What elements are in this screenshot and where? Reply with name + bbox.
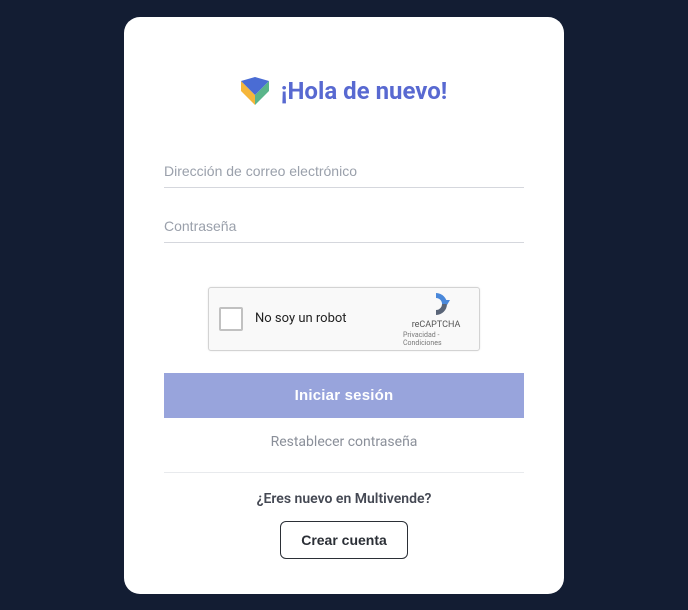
- email-input[interactable]: [164, 155, 524, 188]
- reset-password-link[interactable]: Restablecer contraseña: [164, 434, 524, 450]
- recaptcha-branding: reCAPTCHA Privacidad - Condiciones: [403, 290, 469, 347]
- recaptcha-logo-icon: [422, 290, 450, 318]
- recaptcha-label: No soy un robot: [255, 311, 403, 326]
- recaptcha-brand-text: reCAPTCHA: [412, 320, 461, 330]
- password-field-wrap: [164, 210, 524, 243]
- recaptcha-widget[interactable]: No soy un robot reCAPTCHA Privacidad - C…: [208, 287, 480, 351]
- divider: [164, 472, 524, 473]
- create-account-button[interactable]: Crear cuenta: [280, 521, 408, 559]
- recaptcha-checkbox[interactable]: [219, 307, 243, 331]
- login-card: ¡Hola de nuevo! No soy un robot reCAPTCH…: [124, 17, 564, 594]
- email-field-wrap: [164, 155, 524, 188]
- password-input[interactable]: [164, 210, 524, 243]
- login-button[interactable]: Iniciar sesión: [164, 373, 524, 418]
- signup-prompt: ¿Eres nuevo en Multivende?: [164, 491, 524, 507]
- recaptcha-terms-text: Privacidad - Condiciones: [403, 331, 469, 347]
- header: ¡Hola de nuevo!: [241, 77, 448, 105]
- page-title: ¡Hola de nuevo!: [281, 77, 448, 105]
- login-form: No soy un robot reCAPTCHA Privacidad - C…: [164, 155, 524, 559]
- multivende-logo-icon: [241, 77, 269, 105]
